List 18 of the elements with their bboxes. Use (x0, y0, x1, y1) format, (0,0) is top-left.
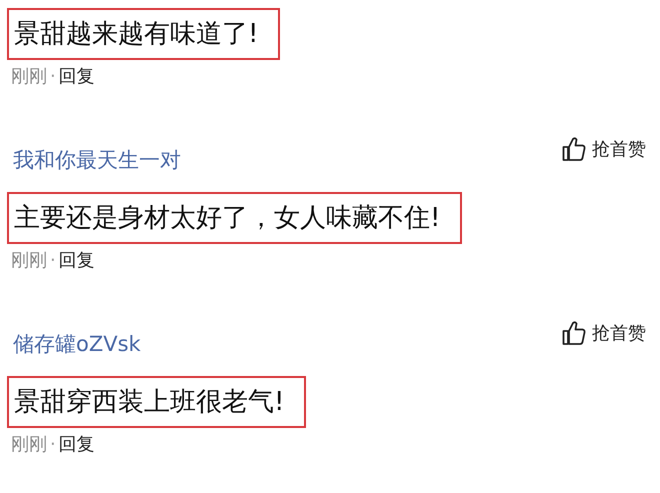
timestamp: 刚刚 (11, 66, 47, 88)
separator-dot: · (50, 434, 56, 456)
timestamp: 刚刚 (11, 250, 47, 272)
thumbs-up-icon (562, 320, 586, 346)
username[interactable]: 储存罐oZVsk (7, 326, 141, 362)
comment-text: 景甜越来越有味道了! (7, 8, 280, 60)
comment-text: 景甜穿西装上班很老气! (7, 376, 306, 428)
reply-link[interactable]: 回复 (58, 434, 95, 456)
separator-dot: · (50, 250, 56, 272)
like-button[interactable]: 抢首赞 (562, 320, 646, 346)
reply-link[interactable]: 回复 (58, 250, 95, 272)
thumbs-up-icon (562, 136, 586, 162)
username[interactable]: 我和你最天生一对 (7, 142, 181, 178)
comment-text: 主要还是身材太好了，女人味藏不住! (7, 192, 462, 244)
like-button[interactable]: 抢首赞 (562, 136, 646, 162)
reply-link[interactable]: 回复 (58, 66, 95, 88)
timestamp: 刚刚 (11, 434, 47, 456)
separator-dot: · (50, 66, 56, 88)
